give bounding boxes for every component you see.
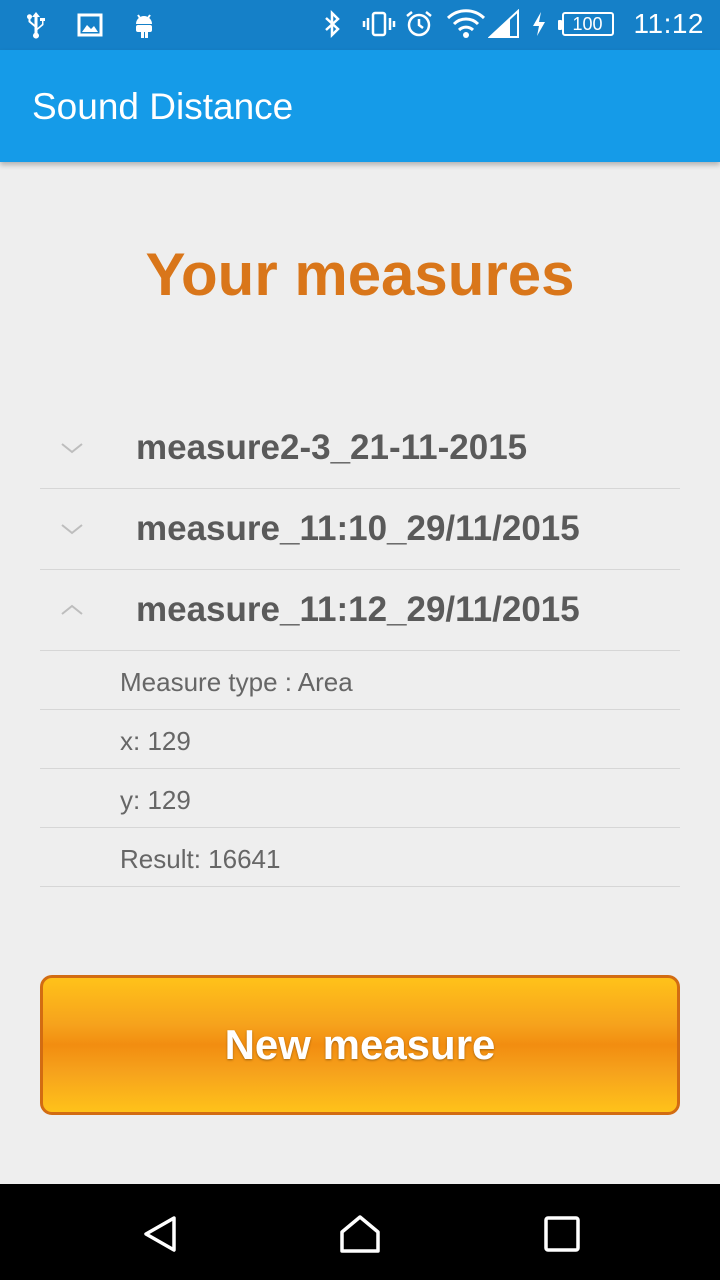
usb-icon	[22, 10, 50, 40]
measure-name: measure_11:10_29/11/2015	[136, 509, 580, 548]
measure-group-row[interactable]: measure2-3_21-11-2015	[40, 408, 680, 489]
measures-list: measure2-3_21-11-2015 measure_11:10_29/1…	[40, 408, 680, 887]
y-value-text: y: 129	[120, 785, 191, 815]
image-icon	[76, 10, 104, 40]
chevron-down-icon	[58, 436, 86, 460]
navigation-bar	[0, 1184, 720, 1280]
chevron-up-icon	[58, 598, 86, 622]
measure-name: measure_11:12_29/11/2015	[136, 590, 580, 629]
app-bar: Sound Distance	[0, 50, 720, 162]
measure-detail-row[interactable]: Result: 16641	[40, 828, 680, 887]
measure-group-row-expanded[interactable]: measure_11:12_29/11/2015	[40, 570, 680, 651]
recents-icon[interactable]	[540, 1212, 584, 1256]
android-icon	[130, 10, 158, 40]
page-title: Your measures	[145, 241, 575, 308]
chevron-down-icon	[58, 517, 86, 541]
back-icon[interactable]	[138, 1212, 182, 1256]
bluetooth-icon	[320, 9, 348, 39]
measure-name: measure2-3_21-11-2015	[136, 428, 528, 467]
alarm-icon	[404, 9, 432, 39]
signal-icon	[486, 8, 519, 39]
measure-group-row[interactable]: measure_11:10_29/11/2015	[40, 489, 680, 570]
measure-detail-row[interactable]: y: 129	[40, 769, 680, 828]
new-measure-button[interactable]: New measure	[40, 975, 680, 1115]
measure-detail-row[interactable]: x: 129	[40, 710, 680, 769]
clock: 11:12	[633, 8, 704, 39]
battery-icon: 100	[557, 12, 614, 36]
result-text: Result: 16641	[120, 844, 281, 874]
measure-type-text: Measure type : Area	[120, 667, 353, 697]
status-bar: 100 11:12	[0, 0, 720, 50]
measure-detail-row[interactable]: Measure type : Area	[40, 651, 680, 710]
wifi-icon	[446, 9, 485, 39]
vibrate-icon	[362, 9, 395, 39]
x-value-text: x: 129	[120, 726, 191, 756]
charging-icon	[530, 9, 548, 39]
app-title: Sound Distance	[32, 86, 294, 127]
home-icon[interactable]	[338, 1212, 382, 1256]
